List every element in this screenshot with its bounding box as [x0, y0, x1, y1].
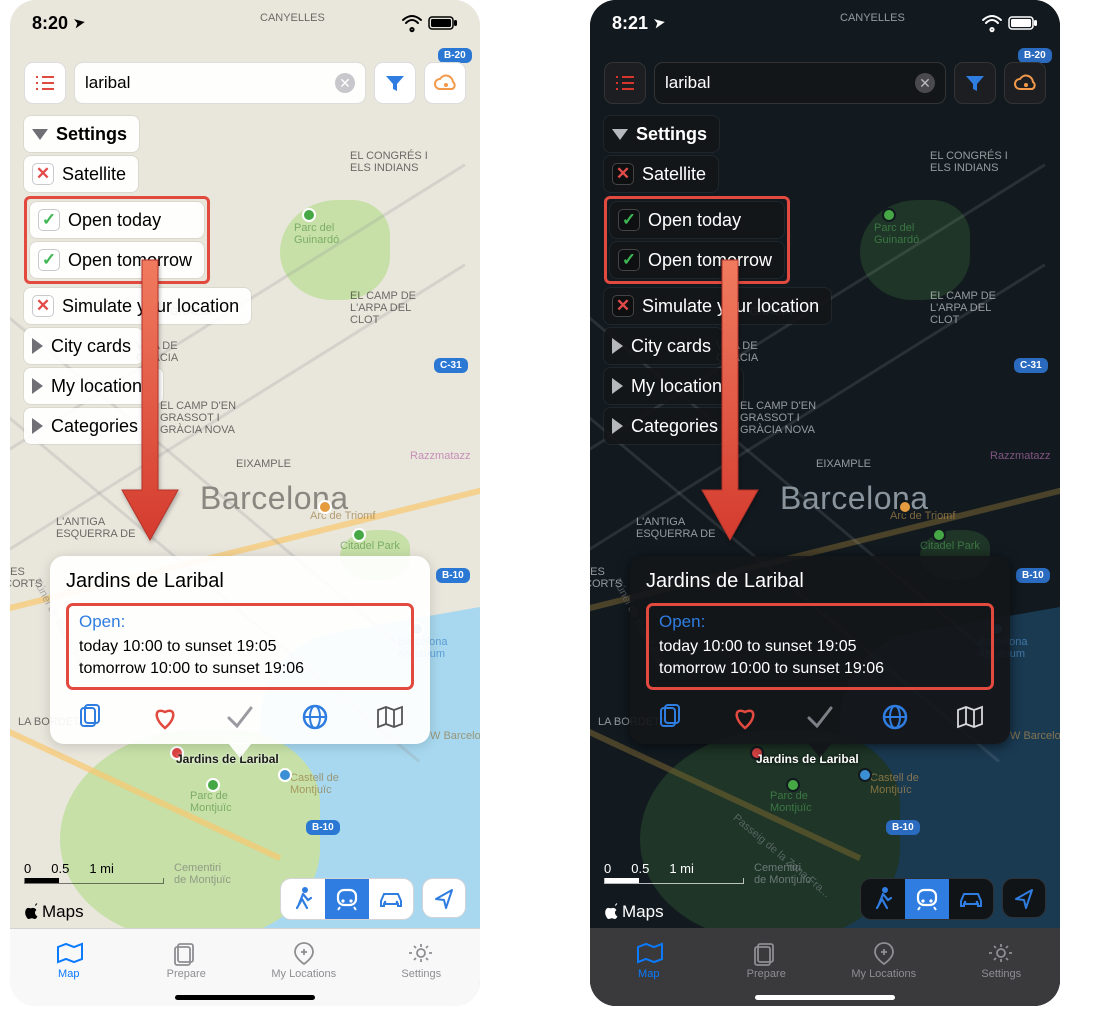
map-scale: 00.51 mi — [24, 861, 164, 884]
checkbox-on-icon: ✓ — [618, 249, 640, 271]
highlight-open-hours: Open: today 10:00 to sunset 19:05 tomorr… — [646, 603, 994, 690]
maps-attribution: Maps — [604, 902, 664, 922]
transport-mode-picker — [860, 878, 1046, 920]
apple-logo-icon — [604, 903, 620, 921]
mode-car[interactable] — [949, 879, 993, 919]
status-time: 8:20 — [32, 13, 68, 34]
setting-open-today[interactable]: ✓Open today — [30, 202, 204, 238]
highlight-open-hours: Open: today 10:00 to sunset 19:05 tomorr… — [66, 603, 414, 690]
location-services-icon: ➤ — [653, 14, 667, 32]
place-popup: Jardins de Laribal Open: today 10:00 to … — [630, 556, 1010, 744]
filter-button[interactable] — [374, 62, 416, 104]
tab-my-locations[interactable]: My Locations — [825, 928, 943, 992]
checkbox-on-icon: ✓ — [38, 209, 60, 231]
disclosure-right-icon — [612, 378, 623, 394]
open-label: Open: — [79, 612, 401, 632]
disclosure-right-icon — [32, 418, 43, 434]
mode-walk[interactable] — [281, 879, 325, 919]
settings-header[interactable]: Settings — [604, 116, 719, 152]
tab-settings[interactable]: Settings — [943, 928, 1061, 992]
tab-settings[interactable]: Settings — [363, 929, 481, 992]
disclosure-right-icon — [32, 338, 43, 354]
disclosure-right-icon — [612, 338, 623, 354]
status-time: 8:21 — [612, 13, 648, 34]
mode-transit[interactable] — [905, 879, 949, 919]
battery-icon — [1008, 16, 1038, 30]
search-input[interactable] — [85, 73, 335, 93]
mode-car[interactable] — [369, 879, 413, 919]
filter-button[interactable] — [954, 62, 996, 104]
disclosure-right-icon — [612, 418, 623, 434]
popup-title: Jardins de Laribal — [66, 570, 414, 593]
popup-favorite-button[interactable] — [147, 702, 183, 732]
setting-satellite[interactable]: ✕Satellite — [24, 156, 138, 192]
checkbox-off-icon: ✕ — [32, 163, 54, 185]
map-scale: 00.51 mi — [604, 861, 744, 884]
setting-satellite[interactable]: ✕Satellite — [604, 156, 718, 192]
maps-attribution: Maps — [24, 902, 84, 922]
status-bar: 8:21 ➤ — [590, 0, 1060, 46]
checkbox-off-icon: ✕ — [32, 295, 54, 317]
setting-open-today[interactable]: ✓Open today — [610, 202, 784, 238]
locate-me-button[interactable] — [422, 878, 466, 918]
popup-done-button[interactable] — [802, 702, 838, 732]
status-bar: 8:20 ➤ — [10, 0, 480, 46]
mode-walk[interactable] — [861, 879, 905, 919]
place-popup: Jardins de Laribal Open: today 10:00 to … — [50, 556, 430, 744]
checkbox-off-icon: ✕ — [612, 163, 634, 185]
locate-me-button[interactable] — [1002, 878, 1046, 918]
transport-mode-picker — [280, 878, 466, 920]
home-indicator — [175, 995, 315, 1000]
popup-favorite-button[interactable] — [727, 702, 763, 732]
home-indicator — [755, 995, 895, 1000]
popup-map-button[interactable] — [372, 702, 408, 732]
popup-web-button[interactable] — [297, 702, 333, 732]
tab-map[interactable]: Map — [590, 928, 708, 992]
disclosure-down-icon — [612, 129, 628, 140]
apple-logo-icon — [24, 903, 40, 921]
annotation-arrow — [110, 260, 190, 565]
search-input[interactable] — [665, 73, 915, 93]
clear-search-icon[interactable]: ✕ — [335, 73, 355, 93]
search-field[interactable]: ✕ — [74, 62, 366, 104]
tab-map[interactable]: Map — [10, 929, 128, 992]
tab-prepare[interactable]: Prepare — [708, 928, 826, 992]
popup-title: Jardins de Laribal — [646, 570, 994, 593]
popup-map-button[interactable] — [952, 702, 988, 732]
tab-prepare[interactable]: Prepare — [128, 929, 246, 992]
open-label: Open: — [659, 612, 981, 632]
popup-web-button[interactable] — [877, 702, 913, 732]
location-services-icon: ➤ — [73, 14, 87, 32]
disclosure-down-icon — [32, 129, 48, 140]
list-button[interactable] — [604, 62, 646, 104]
wifi-icon — [402, 16, 422, 30]
search-field[interactable]: ✕ — [654, 62, 946, 104]
popup-copy-button[interactable] — [652, 702, 688, 732]
phone-dark: Barcelona EIXAMPLE GRÀCIA L'ANTIGA ESQUE… — [590, 0, 1060, 1006]
cloud-button[interactable] — [424, 62, 466, 104]
checkbox-on-icon: ✓ — [618, 209, 640, 231]
disclosure-right-icon — [32, 378, 43, 394]
battery-icon — [428, 16, 458, 30]
cloud-button[interactable] — [1004, 62, 1046, 104]
settings-header[interactable]: Settings — [24, 116, 139, 152]
popup-copy-button[interactable] — [72, 702, 108, 732]
mode-transit[interactable] — [325, 879, 369, 919]
checkbox-off-icon: ✕ — [612, 295, 634, 317]
popup-done-button[interactable] — [222, 702, 258, 732]
checkbox-on-icon: ✓ — [38, 249, 60, 271]
list-button[interactable] — [24, 62, 66, 104]
annotation-arrow — [690, 260, 770, 565]
clear-search-icon[interactable]: ✕ — [915, 73, 935, 93]
wifi-icon — [982, 16, 1002, 30]
phone-light: Barcelona EIXAMPLE GRÀCIA L'ANTIGA ESQUE… — [10, 0, 480, 1006]
tab-my-locations[interactable]: My Locations — [245, 929, 363, 992]
